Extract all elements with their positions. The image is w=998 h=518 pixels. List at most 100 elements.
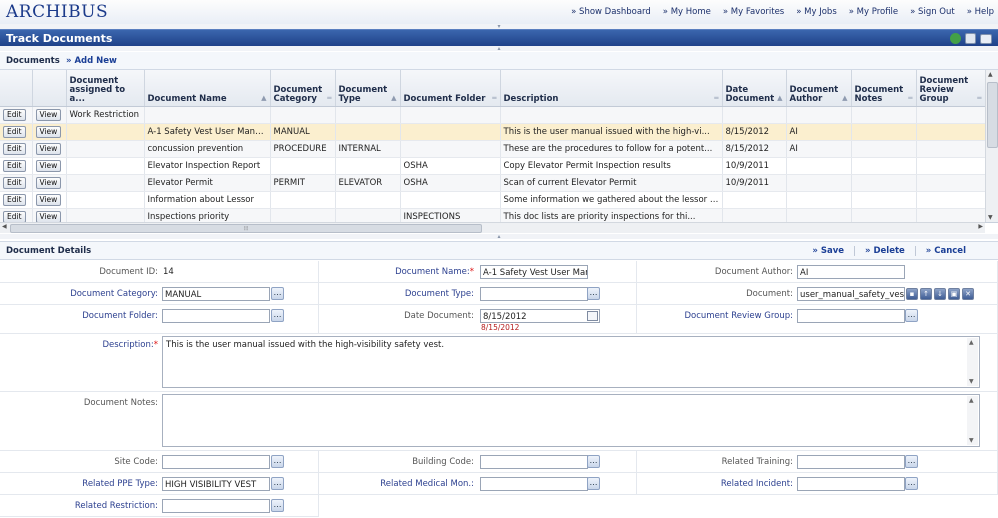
description-textarea[interactable]: This is the user manual issued with the … [162, 336, 980, 388]
document-checkin-icon[interactable]: ↑ [920, 288, 932, 300]
document-file-input[interactable]: user_manual_safety_vest [797, 287, 905, 301]
mid-splitter[interactable]: ▴ [0, 234, 998, 240]
grid-vertical-scrollbar[interactable]: ▲ ▼ [985, 70, 998, 222]
sort-icon[interactable]: ▲ [391, 94, 396, 103]
notes-scrollbar[interactable]: ▲ ▼ [967, 396, 978, 445]
edit-button[interactable]: Edit [3, 109, 26, 121]
date-document-input[interactable]: 8/15/2012 [480, 309, 600, 323]
scroll-up-icon[interactable]: ▲ [988, 71, 993, 78]
table-row[interactable]: Edit View Elevator Inspection Report OSHA Co… [0, 157, 986, 175]
table-row[interactable]: Edit View Inspections priority INSPECTIONS T… [0, 208, 986, 222]
review-group-input[interactable] [797, 309, 905, 323]
calendar-icon[interactable] [587, 311, 598, 321]
view-button[interactable]: View [35, 109, 62, 121]
title-splitter[interactable]: ▴ [0, 46, 998, 52]
scroll-thumb-h[interactable]: ⦙⦙⦙ [10, 224, 482, 233]
doc-category-input[interactable]: MANUAL [162, 287, 270, 301]
col-date-document[interactable]: Date Document ▲ [722, 70, 787, 107]
edit-button[interactable]: Edit [3, 143, 26, 155]
edit-button[interactable]: Edit [3, 126, 26, 138]
nav-help[interactable]: » Help [967, 7, 994, 17]
description-scrollbar[interactable]: ▲ ▼ [967, 338, 978, 386]
doc-category-select-button[interactable]: … [271, 287, 284, 300]
view-button[interactable]: View [35, 160, 62, 172]
sort-icon[interactable]: ═ [327, 94, 331, 103]
related-restriction-input[interactable] [162, 499, 270, 513]
scroll-thumb[interactable] [987, 82, 998, 148]
table-row[interactable]: Edit View concussion prevention PROCEDURE IN… [0, 140, 986, 158]
table-row[interactable]: Edit View Information about Lessor Some inf… [0, 191, 986, 209]
col-document-notes[interactable]: Document Notes ═ [851, 70, 917, 107]
col-document-name[interactable]: Document Name ▲ [144, 70, 271, 107]
building-code-input[interactable] [480, 455, 588, 469]
cancel-button[interactable]: » Cancel [914, 246, 976, 256]
sort-icon[interactable]: ═ [492, 94, 496, 103]
document-checkout-icon[interactable]: ↓ [934, 288, 946, 300]
medical-mon-input[interactable] [480, 477, 588, 491]
related-training-select-button[interactable]: … [905, 455, 918, 468]
view-button[interactable]: View [35, 126, 62, 138]
col-review-group[interactable]: Document Review Group ═ [916, 70, 986, 107]
edit-button[interactable]: Edit [3, 194, 26, 206]
related-incident-select-button[interactable]: … [905, 477, 918, 490]
scroll-up-icon[interactable]: ▲ [969, 397, 974, 404]
nav-my-favorites[interactable]: » My Favorites [723, 7, 784, 17]
doc-type-input[interactable] [480, 287, 588, 301]
nav-my-jobs[interactable]: » My Jobs [796, 7, 837, 17]
col-document-type[interactable]: Document Type ▲ [335, 70, 401, 107]
delete-button[interactable]: » Delete [854, 246, 915, 256]
add-icon[interactable] [950, 33, 961, 44]
view-button[interactable]: View [35, 177, 62, 189]
related-training-input[interactable] [797, 455, 905, 469]
edit-button[interactable]: Edit [3, 177, 26, 189]
related-restriction-select-button[interactable]: … [271, 499, 284, 512]
site-code-select-button[interactable]: … [271, 455, 284, 468]
scroll-down-icon[interactable]: ▼ [969, 378, 974, 385]
document-delete-icon[interactable]: ✕ [962, 288, 974, 300]
view-button[interactable]: View [35, 143, 62, 155]
edit-button[interactable]: Edit [3, 160, 26, 172]
sort-icon[interactable]: ▲ [261, 94, 266, 103]
sort-icon[interactable]: ▲ [842, 94, 847, 103]
building-code-select-button[interactable]: … [587, 455, 600, 468]
doc-type-select-button[interactable]: … [587, 287, 600, 300]
doc-name-input[interactable]: A-1 Safety Vest User Man [480, 265, 588, 279]
col-document-author[interactable]: Document Author ▲ [786, 70, 852, 107]
grid-horizontal-scrollbar[interactable]: ◀ ⦙⦙⦙ ▶ [0, 222, 985, 233]
sort-icon[interactable]: ═ [908, 94, 912, 103]
ppe-type-input[interactable]: HIGH VISIBILITY VEST [162, 477, 270, 491]
nav-show-dashboard[interactable]: » Show Dashboard [571, 7, 651, 17]
sort-icon[interactable]: ═ [714, 94, 718, 103]
medical-mon-select-button[interactable]: … [587, 477, 600, 490]
table-row[interactable]: Edit View A-1 Safety Vest User Manual MANUA… [0, 123, 986, 141]
col-description[interactable]: Description ═ [500, 70, 723, 107]
scroll-right-icon[interactable]: ▶ [978, 223, 983, 230]
scroll-left-icon[interactable]: ◀ [2, 223, 7, 230]
nav-sign-out[interactable]: » Sign Out [910, 7, 955, 17]
table-row[interactable]: Edit View Work Restriction [0, 106, 986, 124]
add-new-button[interactable]: » Add New [66, 56, 117, 66]
email-icon[interactable] [980, 34, 992, 44]
document-lock-icon[interactable]: ▣ [948, 288, 960, 300]
nav-my-profile[interactable]: » My Profile [849, 7, 898, 17]
notes-textarea[interactable]: ▲ ▼ [162, 394, 980, 447]
nav-my-home[interactable]: » My Home [663, 7, 711, 17]
document-show-icon[interactable]: ▪ [906, 288, 918, 300]
col-document-folder[interactable]: Document Folder ═ [400, 70, 501, 107]
view-button[interactable]: View [35, 194, 62, 206]
review-group-select-button[interactable]: … [905, 309, 918, 322]
scroll-up-icon[interactable]: ▲ [969, 339, 974, 346]
col-assigned-to[interactable]: Document assigned to a... [66, 70, 145, 107]
save-button[interactable]: » Save [802, 246, 854, 256]
site-code-input[interactable] [162, 455, 270, 469]
ppe-type-select-button[interactable]: … [271, 477, 284, 490]
doc-folder-select-button[interactable]: … [271, 309, 284, 322]
doc-author-input[interactable]: AI [797, 265, 905, 279]
doc-folder-input[interactable] [162, 309, 270, 323]
sort-icon[interactable]: ▲ [777, 94, 782, 103]
related-incident-input[interactable] [797, 477, 905, 491]
table-row[interactable]: Edit View Elevator Permit PERMIT ELEVATOR OSH… [0, 174, 986, 192]
print-icon[interactable] [965, 33, 976, 44]
col-document-category[interactable]: Document Category ═ [270, 70, 336, 107]
sort-icon[interactable]: ═ [977, 94, 981, 103]
